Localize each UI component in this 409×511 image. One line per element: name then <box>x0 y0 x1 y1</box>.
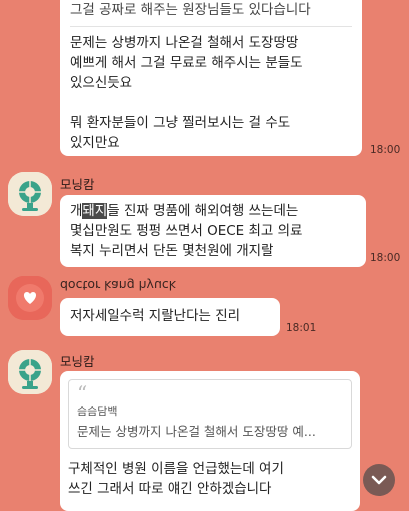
quoted-message[interactable]: “ 슴슴담백 문제는 상병까지 나온걸 철해서 도장땅땅 예... <box>68 379 352 449</box>
sender-name: 모닝캄 <box>60 354 95 369</box>
quote-author: 슴슴담백 <box>77 405 118 418</box>
fan-avatar-icon <box>8 172 52 216</box>
message-text: 저자세일수럭 지랄난다는 진리 <box>70 308 241 324</box>
message-time: 18:01 <box>286 322 317 334</box>
message-text: 몇십만원도 펑펑 쓰면서 OECE 최고 의료 <box>70 223 303 239</box>
sender-name: doctor kang hyuck <box>60 278 176 293</box>
message-text: 있지만요 <box>70 135 120 151</box>
avatar[interactable] <box>8 172 52 216</box>
quote-icon: “ <box>77 381 88 405</box>
text-selection: 돼지 <box>82 203 108 219</box>
message-text: 문제는 상병까지 나온걸 철해서 도장땅땅 <box>70 35 299 51</box>
message-text: 복지 누리면서 단돈 몇천원에 개지랄 <box>70 243 274 259</box>
message-bubble[interactable]: 저자세일수럭 지랄난다는 진리 <box>60 298 280 336</box>
heart-avatar-icon <box>8 276 52 320</box>
message-text: 개돼지들 진짜 명품에 해외여행 쓰는데는 <box>70 203 299 219</box>
message-text: 있으신듯요 <box>70 75 133 91</box>
message-time: 18:00 <box>370 144 401 156</box>
chevron-down-icon <box>371 475 387 485</box>
avatar[interactable] <box>8 350 52 394</box>
divider <box>70 26 352 27</box>
message-text <box>70 93 352 113</box>
message-time: 18:00 <box>370 252 401 264</box>
message-text: 구체적인 병원 이름을 언급했는데 여기 <box>68 461 284 477</box>
message-text: 예쁘게 해서 그걸 무료로 해주시는 분들도 <box>70 55 303 71</box>
message-bubble[interactable]: 개돼지들 진짜 명품에 해외여행 쓰는데는 몇십만원도 펑펑 쓰면서 OECE … <box>60 195 366 267</box>
message-text: 그걸 공짜로 해주는 원장님들도 있다습니다 <box>70 2 311 18</box>
message-text: 쓰긴 그래서 따로 얘긴 안하겠습니다 <box>68 481 272 497</box>
message-bubble[interactable]: “ 슴슴담백 문제는 상병까지 나온걸 철해서 도장땅땅 예... 구체적인 병… <box>60 371 360 511</box>
avatar[interactable] <box>8 276 52 320</box>
scroll-down-button[interactable] <box>363 464 395 496</box>
message-text: 뭐 환자분들이 그냥 찔러보시는 걸 수도 <box>70 115 291 131</box>
fan-avatar-icon <box>8 350 52 394</box>
quote-text: 문제는 상병까지 나온걸 철해서 도장땅땅 예... <box>77 424 316 439</box>
sender-name: 모닝캄 <box>60 177 95 192</box>
message-bubble[interactable]: 그걸 공짜로 해주는 원장님들도 있다습니다 문제는 상병까지 나온걸 철해서 … <box>60 0 362 156</box>
